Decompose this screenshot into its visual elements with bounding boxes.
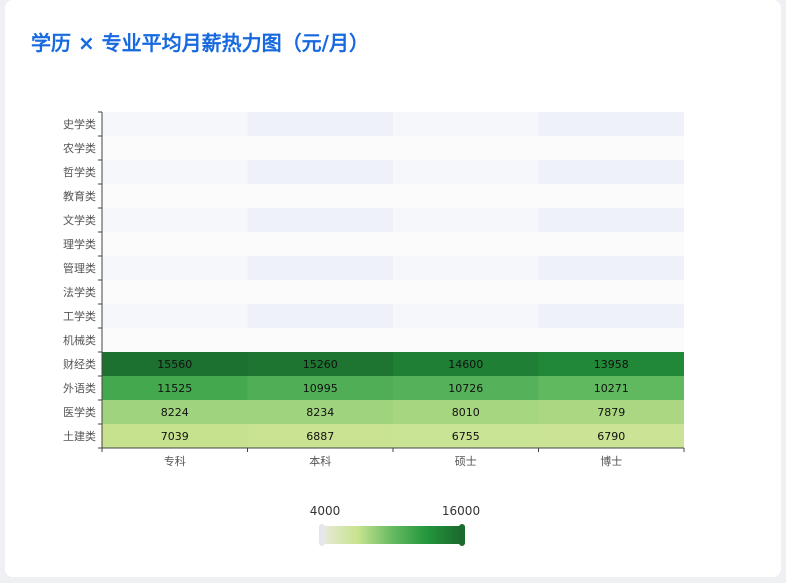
heatmap-cell-label: 8224	[161, 406, 189, 419]
heatmap-empty-cell	[102, 208, 248, 232]
heatmap-empty-cell	[538, 184, 684, 208]
heatmap-empty-cell	[393, 328, 539, 352]
heatmap-cell-label: 7039	[161, 430, 189, 443]
visual-map-min-label: 4000	[310, 504, 341, 518]
heatmap-empty-cell	[247, 256, 393, 280]
heatmap-cell-label: 15560	[157, 358, 192, 371]
heatmap-empty-cell	[393, 208, 539, 232]
y-tick-label: 文学类	[63, 213, 96, 227]
heatmap-empty-cell	[393, 136, 539, 160]
heatmap-chart: 15560 15260 14600 13958 11525 10995 10726 10271…	[63, 111, 685, 546]
heatmap-empty-cell	[538, 232, 684, 256]
heatmap-cell-label: 13958	[594, 358, 629, 371]
heatmap-empty-cell	[102, 256, 248, 280]
heatmap-empty-cell	[247, 112, 393, 136]
y-tick-label: 土建类	[63, 429, 96, 443]
y-tick-label: 理学类	[63, 237, 96, 251]
x-tick-label: 硕士	[455, 455, 477, 468]
y-tick-label: 工学类	[63, 309, 96, 323]
heatmap-empty-cell	[102, 232, 248, 256]
heatmap-cell-label: 8234	[306, 406, 334, 419]
visual-map-max-handle	[459, 524, 465, 546]
heatmap-cell-label: 10726	[448, 382, 483, 395]
y-tick-label: 教育类	[63, 189, 96, 203]
heatmap-cell-label: 14600	[448, 358, 483, 371]
heatmap-empty-cell	[393, 184, 539, 208]
heatmap-empty-cell	[247, 232, 393, 256]
heatmap-empty-cell	[247, 184, 393, 208]
heatmap-empty-cell	[393, 280, 539, 304]
heatmap-empty-cell	[102, 304, 248, 328]
heatmap-cell-label: 7879	[597, 406, 625, 419]
y-tick-label: 管理类	[63, 261, 96, 275]
heatmap-empty-cell	[247, 328, 393, 352]
heatmap-empty-cell	[393, 256, 539, 280]
y-tick-label: 史学类	[63, 117, 96, 131]
heatmap-empty-cell	[393, 112, 539, 136]
heatmap-empty-cell	[538, 136, 684, 160]
y-tick-label: 外语类	[63, 381, 96, 395]
y-tick-label: 哲学类	[63, 165, 96, 179]
y-tick-label: 农学类	[63, 141, 96, 155]
heatmap-empty-cell	[102, 184, 248, 208]
heatmap-cell-label: 6755	[452, 430, 480, 443]
x-tick-label: 博士	[600, 455, 622, 468]
heatmap-empty-cell	[538, 112, 684, 136]
y-tick-label: 医学类	[63, 405, 96, 419]
x-tick-label: 专科	[164, 454, 186, 468]
heatmap-empty-cell	[102, 136, 248, 160]
visual-map-gradient	[323, 526, 461, 544]
heatmap-cell-label: 10271	[594, 382, 629, 395]
chart-card: 学历 × 专业平均月薪热力图（元/月） 15560 15260 14600 13958…	[5, 0, 781, 577]
heatmap-empty-cell	[247, 304, 393, 328]
heatmap-empty-cell	[393, 160, 539, 184]
y-tick-label: 财经类	[63, 357, 96, 371]
heatmap-empty-cell	[538, 280, 684, 304]
heatmap-cell-label: 6790	[597, 430, 625, 443]
heatmap-empty-cell	[102, 280, 248, 304]
visual-map-max-label: 16000	[442, 504, 480, 518]
heatmap-empty-cell	[247, 280, 393, 304]
heatmap-cell-label: 10995	[303, 382, 338, 395]
y-tick-label: 法学类	[63, 285, 96, 299]
heatmap-empty-cell	[538, 160, 684, 184]
heatmap-cell-label: 11525	[157, 382, 192, 395]
heatmap-empty-cell	[102, 328, 248, 352]
heatmap-cell-label: 6887	[306, 430, 334, 443]
heatmap-empty-cell	[538, 208, 684, 232]
visual-map-min-handle	[319, 524, 325, 546]
heatmap-cell-label: 15260	[303, 358, 338, 371]
heatmap-empty-cell	[538, 304, 684, 328]
y-tick-label: 机械类	[63, 333, 96, 347]
heatmap-empty-cell	[247, 160, 393, 184]
heatmap-empty-cell	[247, 136, 393, 160]
heatmap-empty-cell	[538, 328, 684, 352]
x-tick-label: 本科	[309, 454, 331, 468]
heatmap-empty-cell	[247, 208, 393, 232]
heatmap-empty-cell	[102, 112, 248, 136]
heatmap-empty-cell	[538, 256, 684, 280]
heatmap-cell-label: 8010	[452, 406, 480, 419]
heatmap-empty-cell	[393, 232, 539, 256]
heatmap-empty-cell	[393, 304, 539, 328]
heatmap-empty-cell	[102, 160, 248, 184]
